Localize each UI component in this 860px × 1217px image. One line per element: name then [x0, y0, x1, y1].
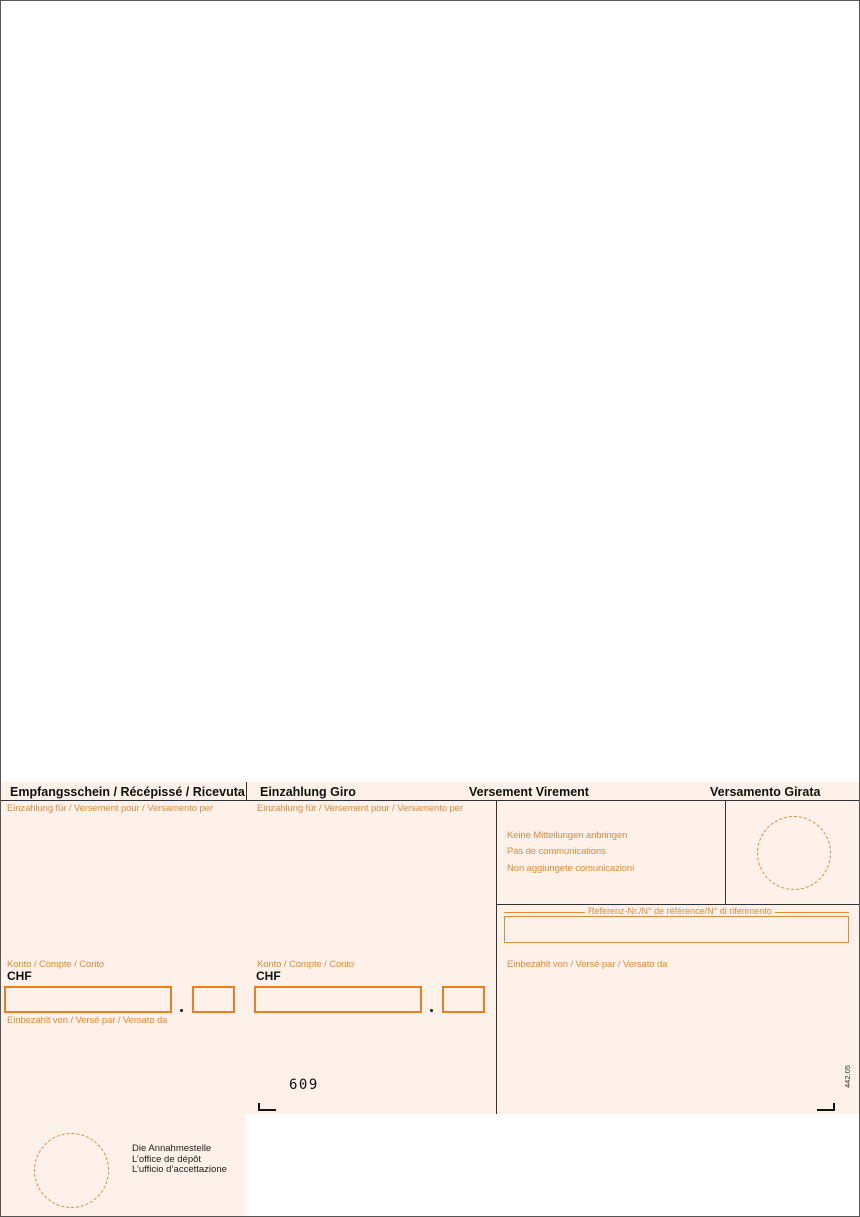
receipt-amount-francs-field[interactable]	[4, 986, 172, 1013]
acceptance-office-text: Die Annahmestelle L’office de dépôt L’uf…	[132, 1143, 227, 1176]
receipt-title: Empfangsschein / Récépissé / Ricevuta	[10, 785, 245, 799]
payment-title-de: Einzahlung Giro	[260, 785, 356, 799]
payment-currency: CHF	[256, 969, 281, 983]
corner-mark-left	[258, 1103, 276, 1111]
no-messages-de: Keine Mitteilungen anbringen	[507, 830, 628, 841]
reference-label: Referenz-Nr./N° de référence/N° di rifer…	[585, 906, 775, 916]
receipt-amount-cents-field[interactable]	[192, 986, 235, 1013]
corner-mark-right	[817, 1103, 835, 1111]
receipt-header-divider	[246, 782, 247, 800]
stamp-divider	[725, 800, 726, 904]
no-messages-it: Non aggiungete comunicazioni	[507, 863, 635, 874]
payment-decimal-dot	[430, 1009, 433, 1012]
payment-title-it: Versamento Girata	[710, 785, 821, 799]
receipt-paid-by-label: Einbezahlt von / Versé par / Versato da	[7, 1015, 168, 1026]
no-messages-fr: Pas de communications	[507, 846, 606, 857]
slip-code: 609	[289, 1077, 319, 1093]
office-line-it: L’ufficio d’accettazione	[132, 1164, 227, 1175]
center-divider	[496, 800, 497, 1114]
payment-paid-by-label: Einbezahlt von / Versé par / Versato da	[507, 959, 668, 970]
form-number: 442.05	[843, 1065, 852, 1088]
receipt-currency: CHF	[7, 969, 32, 983]
receipt-decimal-dot	[180, 1009, 183, 1012]
office-line-de: Die Annahmestelle	[132, 1143, 212, 1154]
reference-number-field[interactable]	[504, 916, 849, 943]
header-divider	[1, 800, 859, 801]
slip-fill-top	[1, 782, 859, 1114]
payment-payable-to-label: Einzahlung für / Versement pour / Versam…	[257, 803, 463, 814]
payment-stamp-circle	[757, 816, 831, 890]
receipt-payable-to-label: Einzahlung für / Versement pour / Versam…	[7, 803, 213, 814]
payment-amount-francs-field[interactable]	[254, 986, 422, 1013]
payment-title-fr: Versement Virement	[469, 785, 589, 799]
receipt-stamp-circle	[34, 1133, 109, 1208]
reference-divider	[496, 904, 859, 905]
payment-slip: Empfangsschein / Récépissé / Ricevuta Ei…	[1, 782, 859, 1216]
payment-amount-cents-field[interactable]	[442, 986, 485, 1013]
